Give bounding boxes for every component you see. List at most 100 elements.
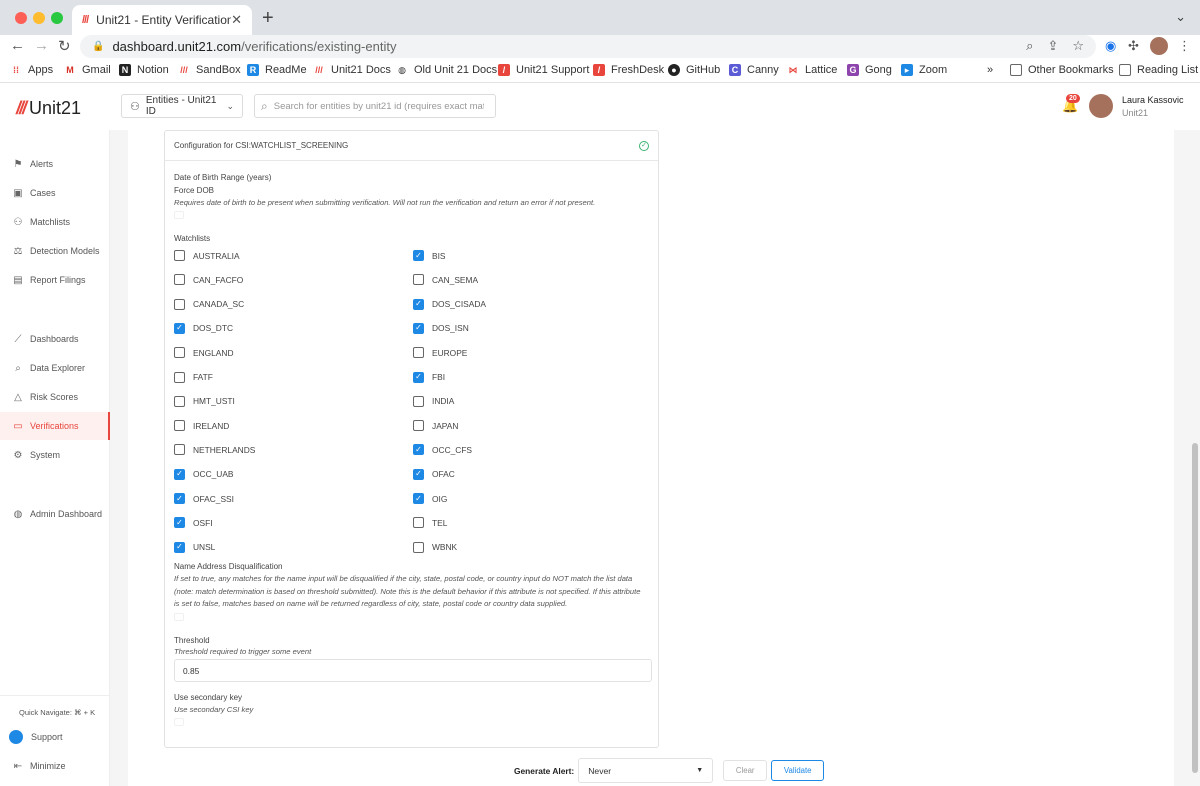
extension-icon[interactable]: ◉ [1105,38,1116,54]
checkbox-unchecked-icon[interactable] [174,274,185,286]
address-bar[interactable]: 🔒 dashboard.unit21.com/verifications/exi… [80,35,1096,58]
watchlist-item[interactable]: ✓ DOS_DTC [174,322,233,334]
checkbox-unchecked-icon[interactable] [413,395,424,407]
bookmark-gmail[interactable]: M Gmail [64,64,110,76]
checkbox-unchecked-icon[interactable] [174,298,185,310]
watchlist-item[interactable]: HMT_USTI [174,395,235,407]
checkbox-checked-icon[interactable]: ✓ [413,298,424,310]
watchlist-item[interactable]: NETHERLANDS [174,444,255,456]
bookmark-github[interactable]: ● GitHub [668,64,720,76]
close-tab-icon[interactable]: ✕ [231,12,242,28]
checkbox-unchecked-icon[interactable] [174,420,185,432]
watchlist-item[interactable]: ✓ UNSL [174,541,215,553]
checkbox-checked-icon[interactable]: ✓ [174,468,185,480]
checkbox-unchecked-icon[interactable] [174,395,185,407]
threshold-input[interactable] [174,659,652,682]
sidebar-item-verifications[interactable]: ▭ Verifications [0,412,110,440]
entity-type-select[interactable]: ⚇ Entities - Unit21 ID ⌄ [121,94,243,118]
watchlist-item[interactable]: ✓ BIS [413,250,446,261]
bookmark-canny[interactable]: C Canny [729,64,779,76]
page-scrollbar-thumb[interactable] [1192,443,1198,773]
sidebar-item-matchlists[interactable]: ⚇ Matchlists [0,208,110,236]
close-window-button[interactable] [15,12,27,24]
watchlist-item[interactable]: INDIA [413,395,454,407]
watchlist-item[interactable]: FATF [174,371,213,383]
watchlist-item[interactable]: ✓ OSFI [174,517,213,529]
bookmark-lattice[interactable]: ⋈ Lattice [787,64,838,76]
checkbox-unchecked-icon[interactable] [174,444,185,456]
watchlist-item[interactable]: JAPAN [413,420,458,432]
bookmark-sandbox[interactable]: ///SandBox [178,64,240,76]
checkbox-checked-icon[interactable]: ✓ [413,468,424,480]
checkbox-unchecked-icon[interactable] [174,250,185,261]
watchlist-item[interactable]: CAN_SEMA [413,274,478,286]
sidebar-item-system[interactable]: ⚙ System [0,441,110,469]
more-bookmarks-chevron[interactable]: » [987,64,993,76]
name-address-toggle[interactable] [174,613,184,621]
checkbox-unchecked-icon[interactable] [413,420,424,432]
bookmark-zoom[interactable]: ▸ Zoom [901,64,947,76]
checkbox-checked-icon[interactable]: ✓ [413,371,424,383]
bookmark-apps[interactable]: ⁞⁞ Apps [10,64,53,76]
checkbox-unchecked-icon[interactable] [174,347,185,359]
checkbox-unchecked-icon[interactable] [174,371,185,383]
watchlist-item[interactable]: IRELAND [174,420,229,432]
kebab-menu-icon[interactable]: ⋮ [1178,38,1191,54]
checkbox-checked-icon[interactable]: ✓ [413,493,424,504]
watchlist-item[interactable]: ✓ OCC_CFS [413,444,472,456]
bookmark-notion[interactable]: N Notion [119,64,169,76]
bookmark-unit21-support[interactable]: / Unit21 Support [498,64,589,76]
star-icon[interactable]: ☆ [1072,38,1084,54]
watchlist-item[interactable]: ✓ OFAC_SSI [174,493,234,504]
clear-button[interactable]: Clear [723,760,768,781]
sidebar-item-cases[interactable]: ▣ Cases [0,179,110,207]
checkbox-checked-icon[interactable]: ✓ [413,444,424,456]
unit21-logo[interactable]: /// Unit21 [16,98,81,119]
sidebar-item-admin-dashboard[interactable]: ◍ Admin Dashboard [0,500,110,528]
watchlist-item[interactable]: TEL [413,517,447,529]
new-tab-icon[interactable]: + [262,7,274,30]
sidebar-item-report-filings[interactable]: ▤ Report Filings [0,266,110,294]
watchlist-item[interactable]: ✓ FBI [413,371,445,383]
minimize-window-button[interactable] [33,12,45,24]
browser-tab[interactable]: /// Unit21 - Entity Verifications ✕ [72,5,252,35]
watchlist-item[interactable]: CAN_FACFO [174,274,243,286]
checkbox-checked-icon[interactable]: ✓ [413,250,424,261]
checkbox-unchecked-icon[interactable] [413,347,424,359]
checkbox-checked-icon[interactable]: ✓ [174,493,185,504]
checkbox-checked-icon[interactable]: ✓ [174,541,185,553]
sidebar-item-minimize[interactable]: ⇤ Minimize [0,752,110,780]
watchlist-item[interactable]: ✓ DOS_CISADA [413,298,486,310]
forward-arrow-icon[interactable]: → [34,37,49,54]
validate-button[interactable]: Validate [771,760,825,781]
force-dob-toggle[interactable] [174,211,184,219]
user-name[interactable]: Laura Kassovic [1122,95,1184,105]
secondary-key-toggle[interactable] [174,718,184,726]
checkbox-unchecked-icon[interactable] [413,541,424,553]
watchlist-item[interactable]: ✓ OFAC [413,468,455,480]
share-icon[interactable]: ⇪ [1047,38,1058,54]
watchlist-item[interactable]: ✓ OCC_UAB [174,468,234,480]
watchlist-item[interactable]: ✓ OIG [413,493,447,504]
sidebar-item-detection-models[interactable]: ⚖ Detection Models [0,237,110,265]
watchlist-item[interactable]: EUROPE [413,347,467,359]
checkbox-unchecked-icon[interactable] [413,274,424,286]
bookmark-reading-list[interactable]: Reading List [1119,64,1198,76]
watchlist-item[interactable]: AUSTRALIA [174,250,240,261]
watchlist-item[interactable]: CANADA_SC [174,298,244,310]
puzzle-icon[interactable]: ✣ [1128,38,1139,54]
back-arrow-icon[interactable]: ← [10,37,25,54]
bookmark-readme[interactable]: R ReadMe [247,64,307,76]
sidebar-item-data-explorer[interactable]: ⌕ Data Explorer [0,354,110,382]
entity-search-input[interactable] [273,100,484,112]
checkbox-unchecked-icon[interactable] [413,517,424,529]
maximize-window-button[interactable] [51,12,63,24]
checkbox-checked-icon[interactable]: ✓ [174,517,185,529]
user-avatar[interactable] [1089,94,1113,118]
sidebar-item-support[interactable]: Support [0,723,110,751]
bookmark-freshdesk[interactable]: / FreshDesk [593,64,664,76]
reload-icon[interactable]: ↻ [58,37,71,55]
sidebar-item-risk-scores[interactable]: △ Risk Scores [0,383,110,411]
bookmark-unit21-docs[interactable]: ///Unit21 Docs [313,64,391,76]
sidebar-item-dashboards[interactable]: ⟋ Dashboards [0,325,110,353]
